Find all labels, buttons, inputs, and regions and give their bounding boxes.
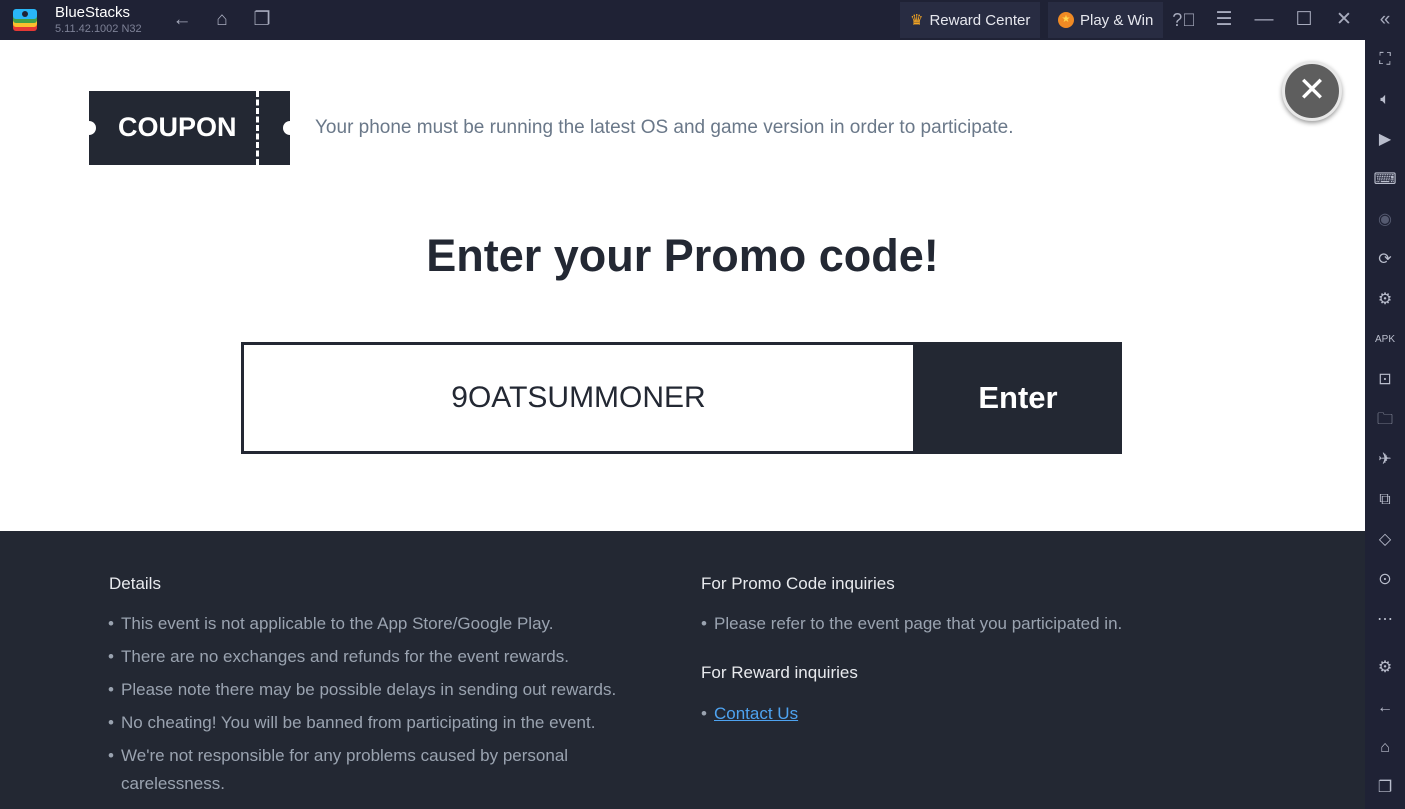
- android-back-icon[interactable]: ←: [1365, 698, 1405, 718]
- list-item: This event is not applicable to the App …: [108, 607, 668, 640]
- airplane-icon[interactable]: ✈: [1365, 450, 1405, 470]
- collapse-sidebar-icon[interactable]: «: [1373, 8, 1397, 32]
- minimize-icon[interactable]: —: [1252, 8, 1276, 32]
- footer: Details This event is not applicable to …: [0, 531, 1365, 809]
- promo-code-input[interactable]: [244, 345, 913, 451]
- right-sidebar: ⛶ 🔈︎ ▶ ⌨ ◉ ⟳ ⚙ APK ⊡ 🗀 ✈ ⧉ ◇ ⊙ ⋯ ⚙ ← ⌂ ❐: [1365, 40, 1405, 809]
- multi-instance-icon[interactable]: ❐: [250, 8, 274, 32]
- menu-icon[interactable]: ☰: [1212, 8, 1236, 32]
- app-version: 5.11.42.1002 N32: [55, 23, 142, 35]
- notice-text: Your phone must be running the latest OS…: [315, 117, 1014, 138]
- play-win-icon: ★: [1058, 12, 1074, 28]
- promo-page: COUPON Your phone must be running the la…: [0, 40, 1365, 531]
- play-win-label: Play & Win: [1080, 11, 1154, 29]
- reward-inquiries-list: Contact Us: [701, 697, 798, 730]
- android-home-icon[interactable]: ⌂: [1365, 738, 1405, 758]
- close-window-icon[interactable]: ✕: [1332, 8, 1356, 32]
- play-win-button[interactable]: ★ Play & Win: [1048, 2, 1164, 38]
- contact-us-link[interactable]: Contact Us: [714, 704, 798, 723]
- rotate-icon[interactable]: ⟳: [1365, 250, 1405, 270]
- multi-window-icon[interactable]: ⧉: [1365, 490, 1405, 510]
- page-title: Enter your Promo code!: [426, 230, 939, 281]
- maximize-icon[interactable]: ☐: [1292, 8, 1316, 32]
- reward-center-label: Reward Center: [929, 11, 1031, 29]
- promo-inquiries-title: For Promo Code inquiries: [701, 574, 895, 593]
- details-title: Details: [109, 574, 161, 593]
- coupon-label: COUPON: [118, 112, 237, 142]
- volume-mute-icon[interactable]: 🔈︎: [1365, 90, 1405, 110]
- details-list: This event is not applicable to the App …: [108, 607, 668, 798]
- list-item: We're not responsible for any problems c…: [108, 739, 608, 798]
- promo-inquiries-list: Please refer to the event page that you …: [701, 607, 1122, 640]
- crown-icon: ♛: [910, 12, 924, 29]
- eco-mode-icon[interactable]: ◇: [1365, 530, 1405, 550]
- reward-center-button[interactable]: ♛ Reward Center: [900, 2, 1041, 38]
- gamepad-icon[interactable]: ⚙: [1365, 290, 1405, 310]
- screenshot-icon[interactable]: ⊡: [1365, 370, 1405, 390]
- enter-button[interactable]: Enter: [914, 342, 1122, 454]
- recent-apps-icon[interactable]: ❐: [1365, 778, 1405, 798]
- list-item: There are no exchanges and refunds for t…: [108, 640, 668, 673]
- help-icon[interactable]: ?⃝: [1172, 8, 1196, 32]
- location-icon[interactable]: ⊙: [1365, 570, 1405, 590]
- settings-icon[interactable]: ⚙: [1365, 658, 1405, 678]
- list-item: No cheating! You will be banned from par…: [108, 706, 668, 739]
- list-item: Please note there may be possible delays…: [108, 673, 668, 706]
- back-icon[interactable]: ←: [170, 8, 194, 32]
- coupon-badge: COUPON: [82, 91, 297, 165]
- apk-icon[interactable]: APK: [1365, 330, 1405, 350]
- folder-icon[interactable]: 🗀: [1365, 410, 1405, 430]
- bluestacks-logo: [13, 9, 37, 31]
- fullscreen-icon[interactable]: ⛶: [1365, 50, 1405, 70]
- title-bar: BlueStacks 5.11.42.1002 N32 ← ⌂ ❐ ♛ Rewa…: [0, 0, 1405, 40]
- app-name: BlueStacks: [55, 4, 131, 21]
- promo-code-field[interactable]: [241, 342, 916, 454]
- list-item: Please refer to the event page that you …: [701, 607, 1122, 640]
- media-icon[interactable]: ▶: [1365, 130, 1405, 150]
- more-icon[interactable]: ⋯: [1365, 610, 1405, 630]
- close-button[interactable]: ✕: [1282, 61, 1342, 121]
- macro-icon[interactable]: ◉: [1365, 210, 1405, 230]
- keyboard-icon[interactable]: ⌨: [1365, 170, 1405, 190]
- home-icon[interactable]: ⌂: [210, 8, 234, 32]
- list-item: Contact Us: [701, 697, 798, 730]
- reward-inquiries-title: For Reward inquiries: [701, 663, 858, 682]
